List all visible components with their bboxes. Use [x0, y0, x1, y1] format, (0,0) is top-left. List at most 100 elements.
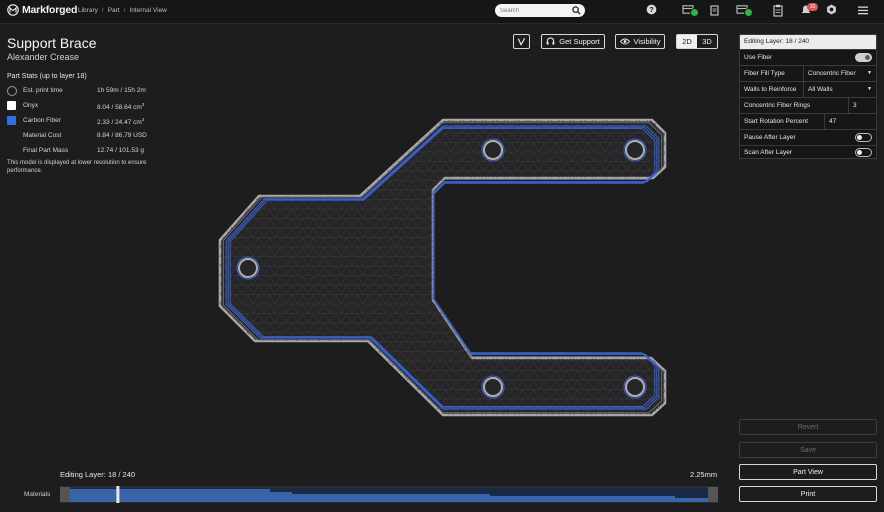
stat-row-onyx: Onyx 8.04 / 58.64 cm3 — [7, 101, 187, 111]
hole — [623, 375, 647, 399]
stat-value: 8.04 / 58.64 cm3 — [97, 102, 144, 111]
concentric-fiber-rings-row: Concentric Fiber Rings 3 — [740, 97, 876, 113]
use-fiber-label: Use Fiber — [744, 54, 773, 61]
scan-after-layer-row: Scan After Layer — [740, 145, 876, 159]
breadcrumb-separator: / — [123, 7, 126, 14]
fiber-fill-type-value: Concentric Fiber — [808, 70, 856, 77]
menu-icon[interactable] — [858, 6, 868, 15]
help-icon[interactable]: ? — [646, 4, 657, 15]
markforged-logo-icon — [7, 4, 19, 16]
breadcrumb-library[interactable]: Library — [78, 7, 98, 14]
headset-icon — [546, 37, 555, 45]
eye-icon — [619, 38, 630, 45]
walls-to-reinforce-select[interactable]: All Walls ▼ — [803, 82, 876, 97]
timeline-end-cap — [708, 487, 718, 502]
clipboard-icon[interactable] — [773, 4, 783, 17]
get-support-button[interactable]: Get Support — [541, 34, 605, 49]
notifications-button[interactable]: 10 — [801, 3, 818, 16]
panel-title: Editing Layer: 18 / 240 — [740, 35, 876, 49]
stat-value: 8.84 / 86.79 USD — [97, 132, 147, 139]
print-button[interactable]: Print — [739, 486, 877, 502]
search-icon[interactable] — [572, 6, 581, 15]
stat-row-print-time: Est. print time 1h 59m / 15h 2m — [7, 86, 187, 96]
stat-label: Final Part Mass — [23, 147, 69, 154]
stat-row-final-part-mass: Final Part Mass 12.74 / 101.53 g — [7, 146, 187, 156]
caret-down-icon: ▼ — [867, 70, 872, 76]
part-title: Support Brace — [7, 35, 97, 51]
hole — [481, 138, 505, 162]
search-box — [495, 4, 585, 17]
printer-status-button-2[interactable] — [736, 4, 753, 17]
start-rotation-percent-label: Start Rotation Percent — [744, 118, 808, 125]
stat-value: 12.74 / 101.53 g — [97, 147, 144, 154]
pause-after-layer-row: Pause After Layer — [740, 129, 876, 145]
visibility-button[interactable]: Visibility — [615, 34, 665, 49]
layer-height-label: 2.25mm — [690, 470, 718, 479]
unit-superscript: 3 — [141, 117, 145, 122]
breadcrumb-internal-view: Internal View — [129, 7, 167, 14]
stat-label: Carbon Fiber — [23, 117, 61, 124]
stat-value: 1h 59m / 15h 2m — [97, 87, 146, 94]
part-viewport[interactable] — [210, 112, 680, 424]
concentric-fiber-rings-label: Concentric Fiber Rings — [744, 102, 811, 109]
stat-label: Onyx — [23, 102, 39, 109]
fiber-fill-type-label: Fiber Fill Type — [744, 70, 785, 77]
part-view-button[interactable]: Part View — [739, 464, 877, 480]
layer-timeline[interactable] — [60, 486, 718, 503]
resolution-note: This model is displayed at lower resolut… — [7, 160, 147, 174]
onyx-color-swatch — [7, 101, 16, 110]
stat-row-material-cost: Material Cost 8.84 / 86.79 USD — [7, 131, 187, 141]
status-ok-badge — [690, 8, 699, 17]
caret-down-icon: ▼ — [867, 86, 872, 92]
fiber-fill-type-select[interactable]: Concentric Fiber ▼ — [803, 66, 876, 81]
search-input[interactable] — [500, 5, 570, 16]
use-fiber-toggle[interactable] — [855, 53, 872, 62]
document-icon[interactable] — [710, 5, 719, 16]
clock-icon — [7, 86, 17, 96]
settings-icon[interactable] — [826, 4, 837, 15]
revert-button[interactable]: Revert — [739, 419, 877, 435]
part-owner: Alexander Crease — [7, 52, 80, 62]
breadcrumb-separator: / — [101, 7, 104, 14]
get-support-label: Get Support — [559, 37, 600, 46]
save-button[interactable]: Save — [739, 442, 877, 458]
brand-logo[interactable]: Markforged — [7, 4, 77, 16]
breadcrumb: Library / Part / Internal View — [78, 7, 167, 14]
stat-value-text: 8.04 / 58.64 cm — [97, 104, 142, 112]
part-infill — [220, 120, 665, 415]
start-rotation-percent-input[interactable]: 47 — [824, 114, 876, 129]
timeline-layer-label: Editing Layer: 18 / 240 — [60, 470, 136, 479]
hole — [236, 256, 260, 280]
notification-count-badge: 10 — [807, 3, 818, 11]
walls-to-reinforce-value: All Walls — [808, 86, 833, 93]
toggle-knob — [857, 150, 862, 155]
status-ok-badge — [744, 8, 753, 17]
fiber-path-button[interactable] — [513, 34, 530, 49]
toggle-knob — [865, 55, 870, 60]
stat-label: Est. print time — [23, 87, 63, 94]
timeline-start-cap — [60, 487, 70, 502]
use-fiber-row: Use Fiber — [740, 49, 876, 65]
part-stats-heading: Part Stats (up to layer 18) — [7, 73, 87, 80]
layer-settings-panel: Editing Layer: 18 / 240 Use Fiber Fiber … — [739, 34, 877, 159]
scan-after-layer-label: Scan After Layer — [744, 149, 793, 156]
materials-label: Materials — [24, 491, 51, 498]
view-2d-button[interactable]: 2D — [677, 35, 697, 48]
hole — [623, 138, 647, 162]
toggle-knob — [857, 135, 862, 140]
visibility-label: Visibility — [633, 37, 661, 46]
scan-after-layer-toggle[interactable] — [855, 148, 872, 157]
fiber-fill-type-row: Fiber Fill Type Concentric Fiber ▼ — [740, 65, 876, 81]
top-bar: Markforged Library / Part / Internal Vie… — [0, 0, 884, 24]
brand-name: Markforged — [22, 4, 78, 16]
stat-value: 2.33 / 24.47 cm3 — [97, 117, 144, 126]
concentric-fiber-rings-input[interactable]: 3 — [848, 98, 876, 113]
layer-slider-handle[interactable] — [116, 486, 120, 503]
printer-status-button-1[interactable] — [682, 4, 699, 17]
unit-superscript: 3 — [141, 102, 145, 107]
pause-after-layer-toggle[interactable] — [855, 133, 872, 142]
breadcrumb-part[interactable]: Part — [108, 7, 120, 14]
walls-to-reinforce-row: Walls to Reinforce All Walls ▼ — [740, 81, 876, 97]
walls-to-reinforce-label: Walls to Reinforce — [744, 86, 797, 93]
view-3d-button[interactable]: 3D — [697, 35, 717, 48]
